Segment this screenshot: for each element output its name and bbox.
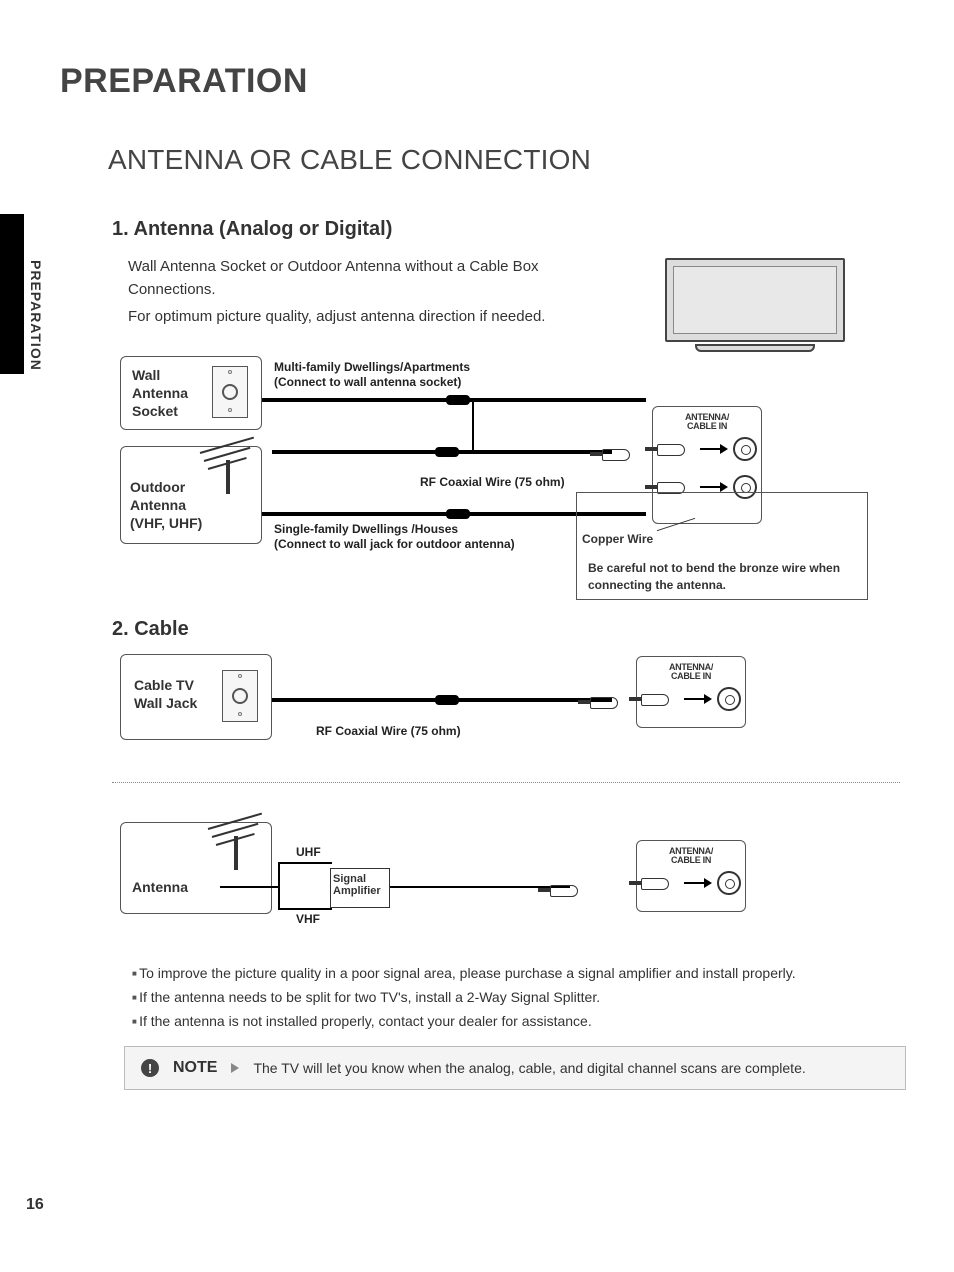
outdoor-antenna-icon	[190, 444, 270, 494]
plug-icon	[657, 441, 696, 457]
cabletv-jack-icon	[222, 670, 258, 722]
rf-cable-line-s2	[272, 698, 612, 702]
arrow-icon	[684, 878, 713, 888]
section1-intro-line1: Wall Antenna Socket or Outdoor Antenna w…	[128, 256, 588, 301]
wall-socket-label: Wall Antenna Socket	[132, 366, 188, 421]
multi-dwelling-label: Multi-family Dwellings/Apartments (Conne…	[274, 360, 470, 390]
wall-jack-icon	[212, 366, 248, 418]
antenna-label-3: Antenna	[132, 878, 188, 896]
rf-plug-s2-icon	[590, 694, 630, 715]
vhf-label: VHF	[296, 912, 320, 927]
rf-cable-line-top	[262, 398, 646, 402]
plug-icon	[641, 691, 680, 707]
rf-coax-label-2: RF Coaxial Wire (75 ohm)	[316, 724, 461, 739]
note-text: The TV will let you know when the analog…	[253, 1060, 805, 1076]
antenna-in-label-2: ANTENNA/ CABLE IN	[641, 663, 741, 681]
sidebar-section-label: PREPARATION	[28, 260, 44, 371]
rf-junction-line	[472, 398, 474, 454]
antenna-in-label-1: ANTENNA/ CABLE IN	[657, 413, 757, 431]
note-label: NOTE	[173, 1059, 217, 1077]
dotted-divider	[112, 782, 900, 783]
cabletv-label: Cable TV Wall Jack	[134, 676, 197, 712]
amp-line-split	[278, 862, 280, 910]
page-number: 16	[26, 1196, 44, 1214]
arrow-icon	[700, 444, 729, 454]
antenna-in-panel-3: ANTENNA/ CABLE IN	[636, 840, 746, 912]
page-subtitle: ANTENNA OR CABLE CONNECTION	[108, 144, 591, 176]
antenna-icon-3	[198, 820, 278, 870]
warning-text: Be careful not to bend the bronze wire w…	[588, 560, 858, 594]
copper-wire-label: Copper Wire	[582, 532, 653, 546]
signal-amplifier-box: Signal Amplifier	[330, 868, 390, 908]
section1-intro-line2: For optimum picture quality, adjust ante…	[128, 306, 545, 329]
alert-icon: !	[141, 1059, 159, 1077]
port-icon	[717, 687, 741, 711]
rf-coax-label: RF Coaxial Wire (75 ohm)	[420, 475, 565, 490]
triangle-icon	[231, 1063, 239, 1073]
antenna-in-label-3: ANTENNA/ CABLE IN	[641, 847, 741, 865]
port-icon	[717, 871, 741, 895]
section2-heading: 2. Cable	[112, 618, 189, 641]
amp-line-vhf	[278, 908, 332, 910]
rf-plug-amp-icon	[550, 882, 590, 903]
amp-line-main	[220, 886, 280, 888]
port-icon	[733, 437, 757, 461]
rf-cable-line-mid	[272, 450, 612, 454]
amp-line-uhf	[278, 862, 332, 864]
plug-icon	[641, 875, 680, 891]
bullet-item: If the antenna is not installed properly…	[132, 1010, 892, 1034]
uhf-label: UHF	[296, 845, 321, 860]
bullet-item: To improve the picture quality in a poor…	[132, 962, 892, 986]
bullet-item: If the antenna needs to be split for two…	[132, 986, 892, 1010]
antenna-in-panel-2: ANTENNA/ CABLE IN	[636, 656, 746, 728]
rf-plug-icon	[602, 446, 642, 467]
single-dwelling-label: Single-family Dwellings /Houses (Connect…	[274, 522, 515, 552]
bullet-list: To improve the picture quality in a poor…	[132, 962, 892, 1033]
arrow-icon	[700, 482, 729, 492]
note-box: ! NOTE The TV will let you know when the…	[124, 1046, 906, 1090]
tv-illustration	[655, 258, 855, 358]
section1-heading: 1. Antenna (Analog or Digital)	[112, 218, 392, 241]
arrow-icon	[684, 694, 713, 704]
sidebar-tab	[0, 214, 24, 374]
page-title: PREPARATION	[60, 62, 308, 101]
